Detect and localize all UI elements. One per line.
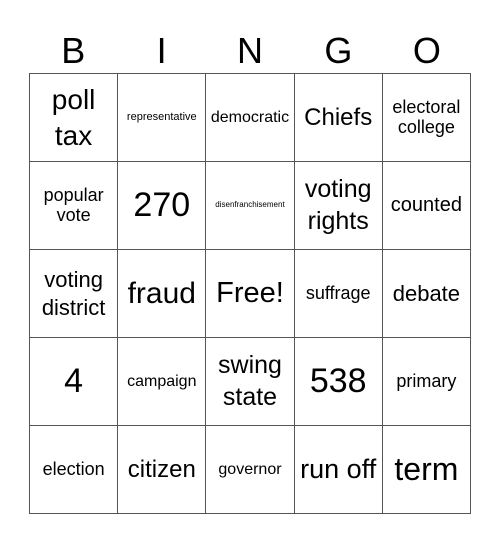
bingo-cell[interactable]: voting district <box>30 250 119 338</box>
bingo-cell[interactable]: debate <box>382 250 471 338</box>
bingo-cell[interactable]: 538 <box>294 338 383 426</box>
bingo-cell[interactable]: democratic <box>206 74 295 162</box>
bingo-cell[interactable]: swing state <box>206 338 295 426</box>
header-letter-i: I <box>156 30 167 71</box>
bingo-grid: poll tax representative democratic Chief… <box>29 73 471 514</box>
header-letter-o: O <box>412 30 441 71</box>
bingo-cell[interactable]: governor <box>206 426 295 514</box>
bingo-header: B I N G O <box>29 28 471 73</box>
bingo-cell[interactable]: 270 <box>118 162 207 250</box>
header-letter-n: N <box>237 30 264 71</box>
bingo-cell[interactable]: counted <box>382 162 471 250</box>
bingo-cell[interactable]: suffrage <box>294 250 383 338</box>
bingo-cell[interactable]: fraud <box>118 250 207 338</box>
bingo-cell[interactable]: disenfranchisement <box>206 162 295 250</box>
bingo-cell[interactable]: electoral college <box>382 74 471 162</box>
bingo-cell[interactable]: citizen <box>118 426 207 514</box>
bingo-cell[interactable]: 4 <box>30 338 119 426</box>
header-letter-g: G <box>324 30 353 71</box>
bingo-cell[interactable]: election <box>30 426 119 514</box>
bingo-cell[interactable]: term <box>382 426 471 514</box>
header-letter-b: B <box>61 30 86 71</box>
free-space[interactable]: Free! <box>206 250 295 338</box>
bingo-cell[interactable]: campaign <box>118 338 207 426</box>
bingo-cell[interactable]: popular vote <box>30 162 119 250</box>
bingo-cell[interactable]: run off <box>294 426 383 514</box>
bingo-cell[interactable]: poll tax <box>30 74 119 162</box>
bingo-cell[interactable]: primary <box>382 338 471 426</box>
bingo-cell[interactable]: voting rights <box>294 162 383 250</box>
bingo-cell[interactable]: representative <box>118 74 207 162</box>
bingo-cell[interactable]: Chiefs <box>294 74 383 162</box>
